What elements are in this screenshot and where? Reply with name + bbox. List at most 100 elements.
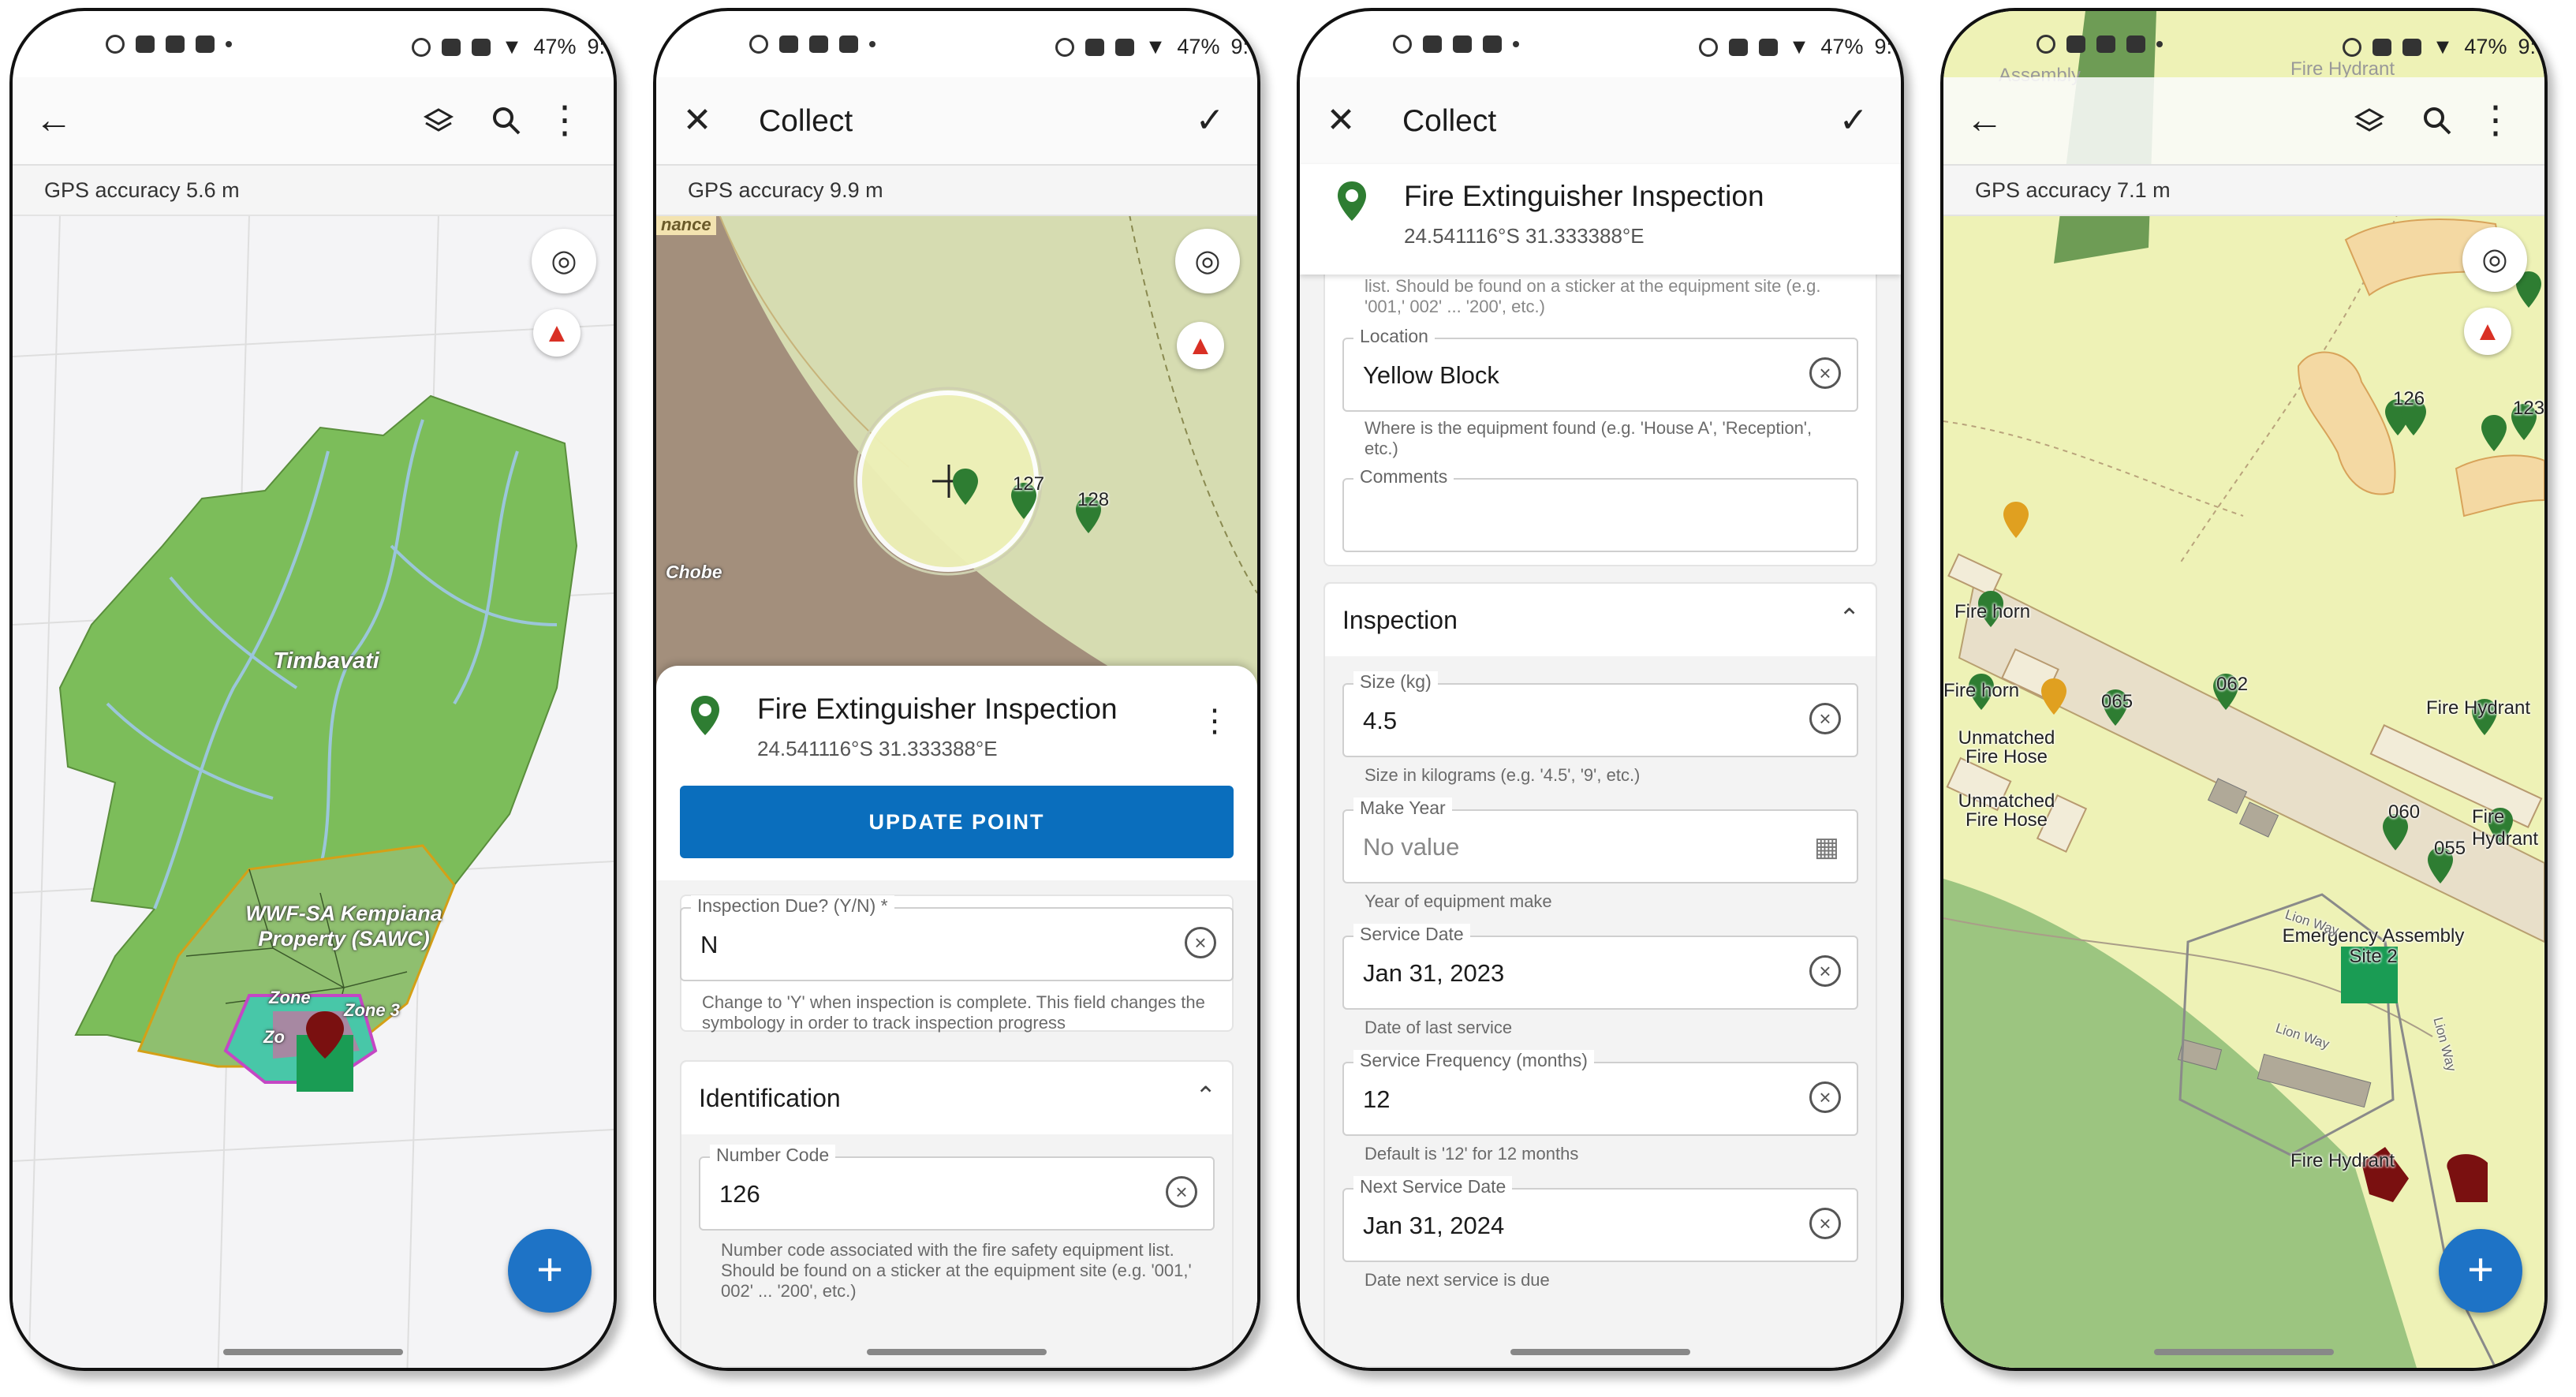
location-field[interactable]: Location Yellow Block ×: [1342, 326, 1858, 412]
clock: 9:0: [2518, 35, 2548, 58]
feature-coordinates: 24.541116°S 31.333388°E: [1404, 224, 1645, 248]
locate-icon[interactable]: ◎: [532, 229, 596, 293]
field-hint: Default is '12' for 12 months: [1365, 1144, 1579, 1164]
size-field[interactable]: Size (kg) 4.5 ×: [1342, 671, 1858, 757]
feature-title: Fire Extinguisher Inspection: [1404, 180, 1764, 212]
map-label-assembly-site: Emergency Assembly Site 2: [2282, 925, 2465, 967]
clear-icon[interactable]: ×: [1809, 1081, 1841, 1113]
close-icon[interactable]: ✕: [674, 97, 721, 144]
clear-icon[interactable]: ×: [1809, 955, 1841, 987]
calendar-icon[interactable]: ▦: [1814, 831, 1839, 863]
layers-icon[interactable]: [2346, 97, 2393, 144]
compass-icon[interactable]: ▲: [533, 309, 581, 357]
clear-icon[interactable]: ×: [1809, 703, 1841, 734]
map-view[interactable]: Timbavati WWF-SA Kempiana Property (SAWC…: [13, 215, 614, 1368]
service-date-field[interactable]: Service Date Jan 31, 2023 ×: [1342, 924, 1858, 1010]
status-bar: ▼ 47% 9:0: [13, 11, 614, 77]
service-frequency-field[interactable]: Service Frequency (months) 12 ×: [1342, 1050, 1858, 1136]
home-indicator: [867, 1349, 1047, 1355]
number-code-field[interactable]: Number Code 126 ×: [699, 1145, 1215, 1231]
home-indicator: [2154, 1349, 2334, 1355]
app-bar: ← ⋮: [1943, 77, 2544, 166]
page-title: Collect: [759, 104, 853, 138]
locate-icon[interactable]: ◎: [1175, 229, 1240, 293]
wifi-icon: ▼: [501, 35, 523, 58]
field-hint: Where is the equipment found (e.g. 'Hous…: [1365, 418, 1813, 458]
back-arrow-icon[interactable]: ←: [1961, 97, 2008, 144]
battery-text: 47%: [2464, 35, 2507, 58]
more-options-icon[interactable]: ⋮: [2472, 97, 2519, 144]
map-label-hydrant-1: Fire Hydrant: [2426, 697, 2531, 719]
field-value: 126: [719, 1180, 760, 1208]
comments-field[interactable]: Comments: [1342, 466, 1858, 552]
locate-icon[interactable]: ◎: [2462, 227, 2527, 292]
clear-icon[interactable]: ×: [1185, 927, 1216, 958]
search-icon[interactable]: [2414, 97, 2461, 144]
inspection-due-field[interactable]: Inspection Due? (Y/N) * N ×: [680, 895, 1234, 981]
group-header[interactable]: Identification ⌃: [681, 1062, 1232, 1134]
close-icon[interactable]: ✕: [1317, 97, 1365, 144]
wifi-icon: ▼: [1144, 35, 1167, 58]
group-title: Identification: [699, 1084, 841, 1112]
check-icon[interactable]: ✓: [1830, 97, 1877, 144]
update-point-button[interactable]: UPDATE POINT: [680, 786, 1234, 858]
more-options-icon[interactable]: ⋮: [541, 97, 588, 144]
identification-group: Identification ⌃ Number Code 126 × Numbe…: [680, 1060, 1234, 1368]
add-feature-button[interactable]: +: [2439, 1229, 2522, 1313]
phone-screen-detail-map: Fire horn Fire horn Unmatched Fire Hose …: [1940, 8, 2548, 1371]
clear-icon[interactable]: ×: [1809, 357, 1841, 389]
clock: 9:0: [1230, 35, 1260, 58]
feature-more-icon[interactable]: ⋮: [1191, 697, 1238, 745]
compass-icon[interactable]: ▲: [1177, 322, 1224, 369]
field-hint: Number code associated with the fire saf…: [721, 1240, 1192, 1301]
status-bar: ▼ 47% 9:0: [656, 11, 1257, 77]
pin-label-062: 062: [2216, 674, 2249, 695]
wifi-icon: ▼: [2432, 35, 2454, 58]
compass-icon[interactable]: ▲: [2464, 308, 2511, 355]
map-label-zone: Zone: [269, 988, 311, 1007]
map-label-kempiana: WWF-SA Kempiana Property (SAWC): [245, 902, 442, 951]
field-label: Service Date: [1353, 924, 1470, 945]
gps-accuracy-text: GPS accuracy 9.9 m: [688, 178, 883, 202]
feature-pin-icon: [1336, 180, 1368, 230]
map-label-chobe: Chobe: [666, 562, 722, 582]
app-bar: ✕ Collect ✓: [1300, 77, 1901, 164]
make-year-field[interactable]: Make Year No value ▦: [1342, 797, 1858, 883]
next-service-date-field[interactable]: Next Service Date Jan 31, 2024 ×: [1342, 1176, 1858, 1262]
clear-icon[interactable]: ×: [1166, 1176, 1197, 1208]
add-feature-button[interactable]: +: [508, 1229, 592, 1313]
pin-label-055: 055: [2434, 838, 2466, 859]
clear-icon[interactable]: ×: [1809, 1208, 1841, 1239]
status-bar: ▼ 47% 9:0: [1943, 11, 2544, 77]
map-canvas: [656, 215, 1257, 688]
home-indicator: [223, 1349, 403, 1355]
field-hint: list. Should be found on a sticker at th…: [1365, 276, 1821, 316]
details-card: list. Should be found on a sticker at th…: [1323, 248, 1877, 566]
check-icon[interactable]: ✓: [1186, 97, 1234, 144]
gps-accuracy-bar: GPS accuracy 9.9 m: [656, 166, 1257, 216]
app-bar: ✕ Collect ✓: [656, 77, 1257, 166]
chevron-up-icon: ⌃: [1195, 1081, 1216, 1110]
field-label: Inspection Due? (Y/N) *: [691, 895, 894, 917]
map-view[interactable]: nance Chobe 127 128 ◎ ▲: [656, 215, 1257, 688]
search-icon[interactable]: [483, 97, 530, 144]
field-value: 12: [1363, 1085, 1391, 1113]
gps-accuracy-text: GPS accuracy 5.6 m: [44, 178, 240, 202]
field-value: 4.5: [1363, 707, 1398, 734]
field-hint: Change to 'Y' when inspection is complet…: [702, 992, 1205, 1033]
field-hint: Year of equipment make: [1365, 891, 1552, 911]
battery-text: 47%: [533, 35, 577, 58]
layers-icon[interactable]: [415, 97, 462, 144]
field-label: Service Frequency (months): [1353, 1050, 1594, 1071]
pin-label-065: 065: [2101, 691, 2134, 712]
group-header[interactable]: Inspection ⌃: [1325, 584, 1876, 656]
field-placeholder: No value: [1363, 833, 1460, 861]
map-label-zo: Zo: [263, 1027, 285, 1047]
map-label-timbavati: Timbavati: [273, 648, 379, 674]
field-value: Jan 31, 2023: [1363, 959, 1505, 987]
field-label: Next Service Date: [1353, 1176, 1513, 1197]
back-arrow-icon[interactable]: ←: [30, 97, 77, 144]
map-label-firehorn-1: Fire horn: [1954, 601, 2031, 622]
pin-label-128: 128: [1077, 489, 1110, 510]
gps-accuracy-bar: GPS accuracy 5.6 m: [13, 166, 614, 216]
